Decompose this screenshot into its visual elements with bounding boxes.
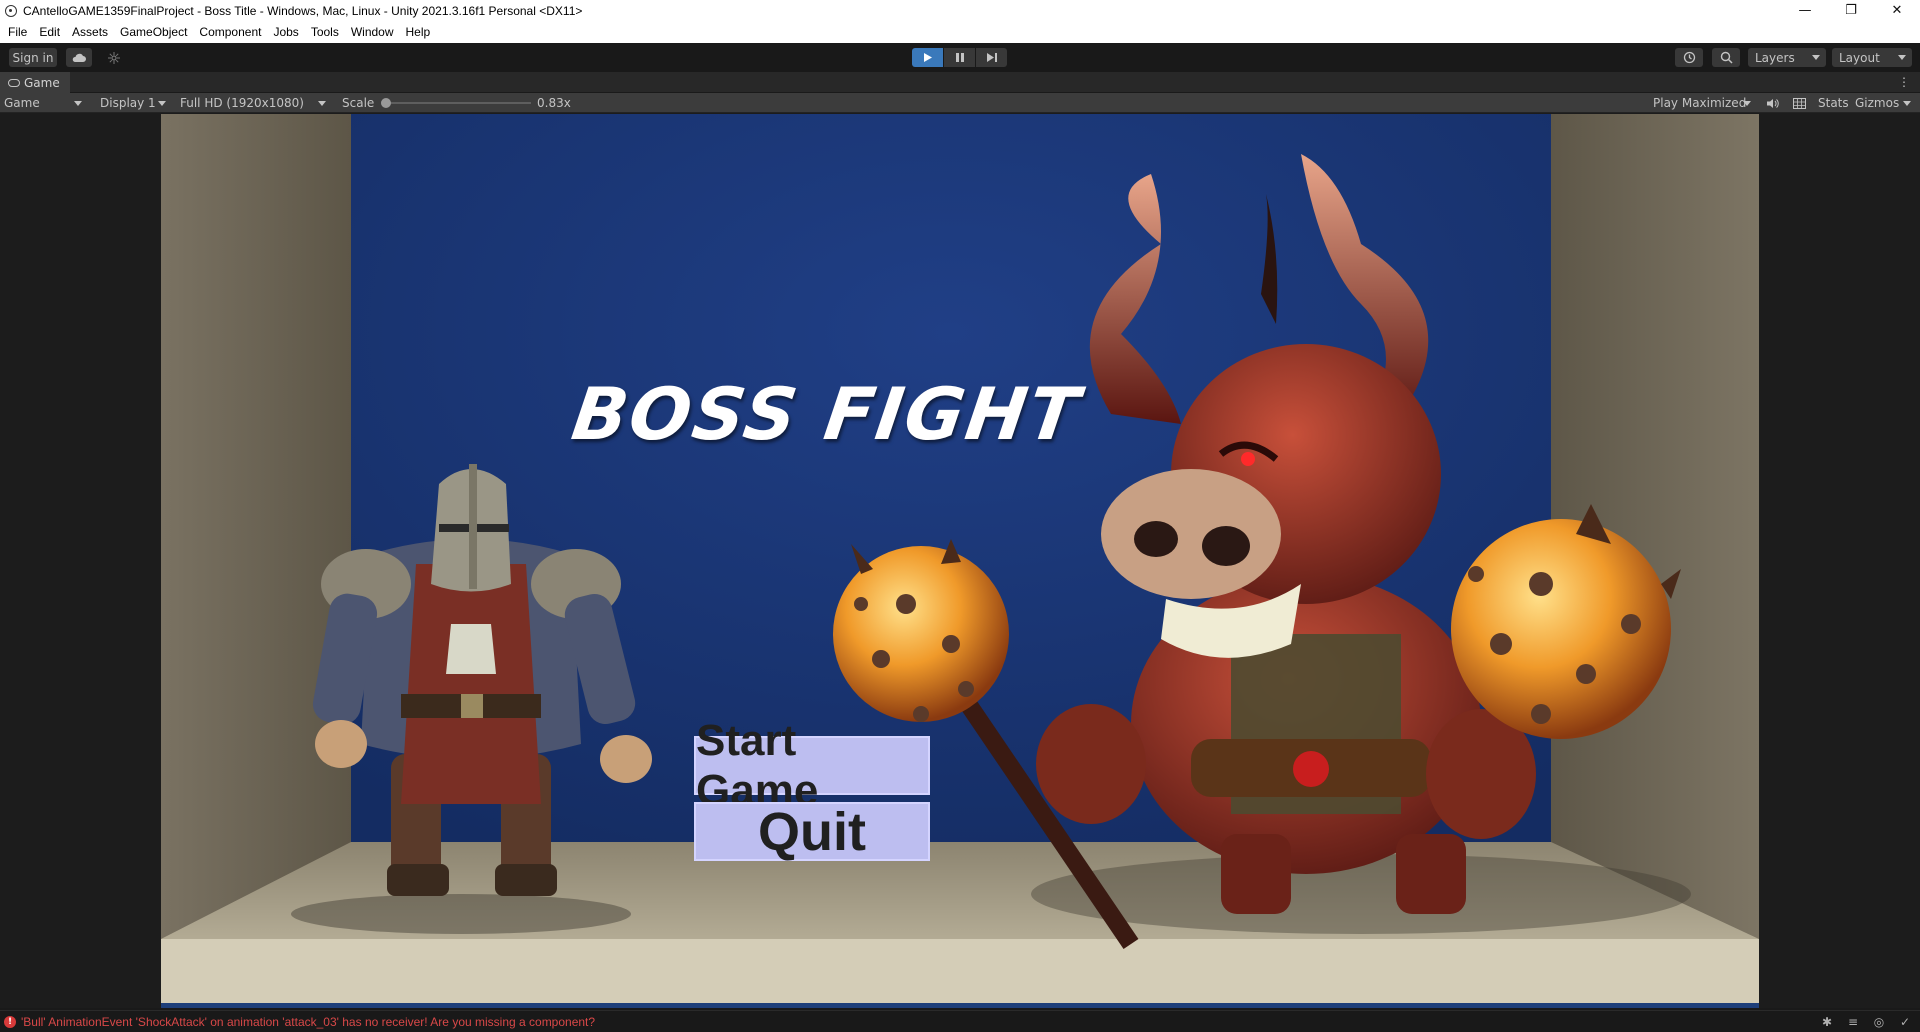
resolution-dropdown[interactable]: Full HD (1920x1080)	[180, 93, 332, 113]
chevron-down-icon	[74, 101, 82, 106]
pause-button[interactable]	[944, 48, 975, 67]
stack-icon[interactable]: ≡	[1846, 1015, 1860, 1029]
layout-dropdown[interactable]: Layout	[1832, 48, 1912, 67]
unity-logo-icon	[5, 4, 17, 17]
layers-label: Layers	[1755, 50, 1795, 65]
scene-illustration	[161, 114, 1759, 1003]
chevron-down-icon	[1903, 101, 1911, 106]
console-message[interactable]: 'Bull' AnimationEvent 'ShockAttack' on a…	[21, 1015, 595, 1029]
tab-game[interactable]: Game	[0, 72, 70, 93]
tab-game-label: Game	[24, 75, 60, 90]
history-icon[interactable]	[1675, 48, 1703, 67]
menu-component[interactable]: Component	[193, 25, 267, 39]
sign-in-button[interactable]: Sign in	[9, 48, 57, 67]
menu-file[interactable]: File	[2, 25, 33, 39]
layout-label: Layout	[1839, 50, 1880, 65]
start-game-button[interactable]: Start Game	[694, 716, 930, 815]
play-mode-dropdown[interactable]: Play Maximized	[1653, 93, 1757, 113]
menu-bar: File Edit Assets GameObject Component Jo…	[0, 21, 1920, 43]
error-icon: !	[4, 1015, 16, 1028]
view-mode-dropdown[interactable]: Game	[4, 93, 88, 113]
bug-icon[interactable]: ✱	[1820, 1015, 1834, 1029]
chevron-down-icon	[1898, 55, 1906, 60]
chevron-down-icon	[158, 101, 166, 106]
menu-jobs[interactable]: Jobs	[267, 25, 304, 39]
play-button[interactable]	[912, 48, 943, 67]
scale-slider-handle[interactable]	[381, 98, 391, 108]
game-view-toolbar: Game Display 1 Full HD (1920x1080) Scale…	[0, 93, 1920, 113]
chevron-down-icon	[1812, 55, 1820, 60]
chevron-down-icon	[1743, 101, 1751, 106]
collab-icon[interactable]	[101, 48, 127, 67]
close-button[interactable]: ✕	[1874, 0, 1920, 21]
restore-button[interactable]: ❐	[1828, 0, 1874, 21]
scale-slider-track[interactable]	[383, 102, 531, 104]
grid-icon[interactable]	[1793, 93, 1807, 113]
viewport-bottom-edge	[161, 1003, 1759, 1008]
kebab-menu-icon[interactable]: ⋮	[1898, 75, 1910, 89]
menu-tools[interactable]: Tools	[305, 25, 345, 39]
target-icon[interactable]: ◎	[1872, 1015, 1886, 1029]
playmode-controls	[912, 48, 1007, 67]
game-render: BOSS FIGHT	[161, 114, 1759, 1003]
layers-dropdown[interactable]: Layers	[1748, 48, 1826, 67]
stats-button[interactable]: Stats	[1818, 93, 1849, 113]
resolution-label: Full HD (1920x1080)	[180, 96, 304, 110]
speaker-icon[interactable]	[1767, 93, 1781, 113]
display-dropdown[interactable]: Display 1	[100, 93, 172, 113]
check-icon[interactable]: ✓	[1898, 1015, 1912, 1029]
window-title: CAntelloGAME1359FinalProject - Boss Titl…	[23, 3, 583, 18]
console-status-bar[interactable]: ! 'Bull' AnimationEvent 'ShockAttack' on…	[0, 1010, 1920, 1032]
gizmos-label: Gizmos	[1855, 96, 1900, 110]
quit-button[interactable]: Quit	[694, 802, 930, 862]
search-icon[interactable]	[1712, 48, 1740, 67]
game-title: BOSS FIGHT	[567, 372, 1086, 456]
gamepad-icon	[8, 78, 20, 87]
minimize-button[interactable]: —	[1782, 0, 1828, 21]
cloud-icon[interactable]	[66, 48, 92, 67]
view-mode-label: Game	[4, 96, 40, 110]
scale-value: 0.83x	[537, 96, 571, 110]
menu-window[interactable]: Window	[345, 25, 400, 39]
window-titlebar: CAntelloGAME1359FinalProject - Boss Titl…	[0, 0, 1920, 21]
display-label: Display 1	[100, 96, 156, 110]
play-mode-label: Play Maximized	[1653, 96, 1747, 110]
menu-assets[interactable]: Assets	[66, 25, 114, 39]
chevron-down-icon	[318, 101, 326, 106]
scale-label: Scale	[342, 96, 375, 110]
menu-gameobject[interactable]: GameObject	[114, 25, 193, 39]
step-button[interactable]	[976, 48, 1007, 67]
menu-help[interactable]: Help	[400, 25, 437, 39]
menu-edit[interactable]: Edit	[33, 25, 66, 39]
tab-bar: Game ⋮	[0, 72, 1920, 93]
gizmos-dropdown[interactable]: Gizmos	[1855, 93, 1917, 113]
main-toolbar: Sign in Layers Layout	[0, 43, 1920, 72]
